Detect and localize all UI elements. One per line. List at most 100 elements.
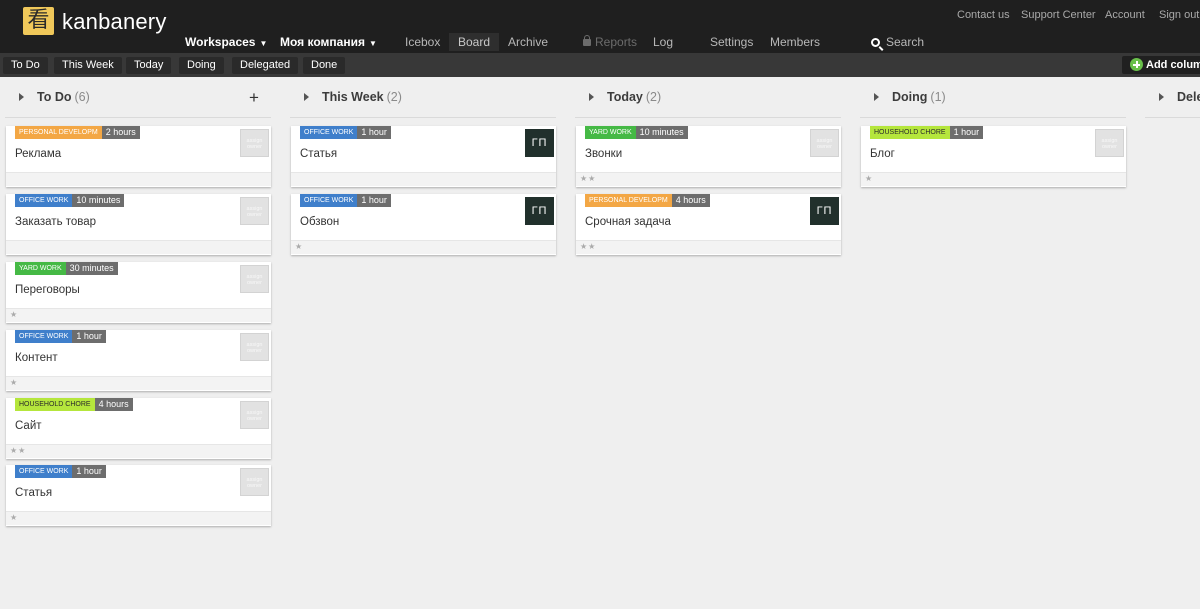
column-count: (6): [74, 90, 90, 104]
workspaces-menu[interactable]: Workspaces ▼: [185, 35, 267, 49]
filter-to-do[interactable]: To Do: [3, 57, 48, 74]
task-card[interactable]: OFFICE WORK 10 minutes Заказать товар ass…: [6, 194, 271, 255]
add-task-button[interactable]: +: [249, 88, 259, 108]
task-card[interactable]: PERSONAL DEVELOPM 4 hours Срочная задача …: [576, 194, 841, 255]
task-type-tag: OFFICE WORK: [15, 194, 73, 207]
nav-log[interactable]: Log: [653, 35, 673, 49]
task-type-tag: OFFICE WORK: [15, 330, 73, 343]
kanbanery-logo-icon[interactable]: 看: [23, 7, 54, 35]
company-menu[interactable]: Моя компания ▼: [280, 35, 377, 49]
assign-owner-placeholder[interactable]: assign owner: [240, 468, 269, 496]
priority-stars: ★: [10, 513, 19, 522]
contact-us-link[interactable]: Contact us: [957, 9, 1010, 21]
card-tags: OFFICE WORK 1 hour: [15, 465, 106, 478]
nav-archive[interactable]: Archive: [508, 35, 548, 49]
column-title: To Do: [37, 90, 72, 104]
brand-name[interactable]: kanbanery: [62, 9, 167, 35]
task-card[interactable]: OFFICE WORK 1 hour Статья assign owner ★: [6, 465, 271, 526]
filter-this-week[interactable]: This Week: [54, 57, 122, 74]
task-type-tag: HOUSEHOLD CHORE: [15, 398, 95, 411]
card-tags: OFFICE WORK 1 hour: [15, 330, 106, 343]
task-card[interactable]: OFFICE WORK 1 hour Контент assign owner ★: [6, 330, 271, 391]
card-footer: ★: [6, 308, 271, 322]
filter-done[interactable]: Done: [303, 57, 346, 74]
filter-delegated[interactable]: Delegated: [232, 57, 299, 74]
card-title: Звонки: [585, 148, 623, 160]
task-card[interactable]: OFFICE WORK 1 hour Статья ГП: [291, 126, 556, 187]
column-title: This Week: [322, 90, 384, 104]
add-column-button[interactable]: Add column: [1122, 56, 1200, 74]
task-card[interactable]: HOUSEHOLD CHORE 4 hours Сайт assign owner…: [6, 398, 271, 459]
assign-owner-placeholder[interactable]: assign owner: [240, 197, 269, 225]
task-card[interactable]: HOUSEHOLD CHORE 1 hour Блог assign owner …: [861, 126, 1126, 187]
assign-owner-placeholder[interactable]: assign owner: [240, 401, 269, 429]
nav-members[interactable]: Members: [770, 35, 820, 49]
column-header-delegated: Dele: [1159, 90, 1200, 110]
card-tags: OFFICE WORK 1 hour: [300, 194, 391, 207]
card-tags: YARD WORK 10 minutes: [585, 126, 688, 139]
collapse-arrow-icon[interactable]: [19, 93, 24, 101]
column-divider: [575, 117, 841, 118]
card-title: Статья: [300, 148, 338, 160]
collapse-arrow-icon[interactable]: [1159, 93, 1164, 101]
owner-avatar[interactable]: ГП: [525, 129, 554, 157]
column-filter-bar: To Do This Week Today Doing Delegated Do…: [0, 53, 1200, 77]
top-bar: 看 kanbanery Contact us Support Center Ac…: [0, 0, 1200, 53]
card-tags: PERSONAL DEVELOPM 2 hours: [15, 126, 140, 139]
priority-stars: ★: [295, 242, 304, 251]
estimate-badge: 1 hour: [72, 465, 106, 478]
filter-doing[interactable]: Doing: [179, 57, 224, 74]
task-type-tag: YARD WORK: [15, 262, 66, 275]
card-title: Заказать товар: [15, 216, 97, 228]
assign-owner-placeholder[interactable]: assign owner: [1095, 129, 1124, 157]
column-title: Doing: [892, 90, 928, 104]
search-link[interactable]: Search: [871, 35, 924, 49]
chevron-down-icon: ▼: [259, 39, 268, 48]
nav-settings[interactable]: Settings: [710, 35, 753, 49]
estimate-badge: 1 hour: [357, 194, 391, 207]
support-center-link[interactable]: Support Center: [1021, 9, 1096, 21]
assign-owner-placeholder[interactable]: assign owner: [240, 265, 269, 293]
estimate-badge: 1 hour: [357, 126, 391, 139]
task-card[interactable]: YARD WORK 10 minutes Звонки assign owner …: [576, 126, 841, 187]
nav-reports-label: Reports: [595, 35, 638, 49]
estimate-badge: 2 hours: [101, 126, 140, 139]
task-type-tag: PERSONAL DEVELOPM: [585, 194, 672, 207]
priority-stars: ★: [10, 378, 19, 387]
sign-out-link[interactable]: Sign out: [1159, 9, 1199, 21]
nav-board[interactable]: Board: [449, 33, 500, 51]
card-title: Обзвон: [300, 216, 340, 228]
task-card[interactable]: OFFICE WORK 1 hour Обзвон ГП ★: [291, 194, 556, 255]
collapse-arrow-icon[interactable]: [304, 93, 309, 101]
card-title: Реклама: [15, 148, 62, 160]
column-count: (2): [386, 90, 402, 104]
card-tags: HOUSEHOLD CHORE 4 hours: [15, 398, 133, 411]
column-divider: [1145, 117, 1200, 118]
collapse-arrow-icon[interactable]: [874, 93, 879, 101]
estimate-badge: 10 minutes: [72, 194, 125, 207]
assign-owner-placeholder[interactable]: assign owner: [240, 333, 269, 361]
column-header-to-do: To Do (6): [19, 90, 90, 110]
workspaces-label: Workspaces: [185, 35, 256, 49]
card-footer: ★: [6, 511, 271, 525]
estimate-badge: 30 minutes: [65, 262, 118, 275]
chevron-down-icon: ▼: [368, 39, 377, 48]
owner-avatar[interactable]: ГП: [810, 197, 839, 225]
card-title: Блог: [870, 148, 895, 160]
column-title: Today: [607, 90, 643, 104]
card-footer: [6, 240, 271, 254]
card-footer: ★★: [576, 240, 841, 254]
card-title: Переговоры: [15, 284, 80, 296]
assign-owner-placeholder[interactable]: assign owner: [810, 129, 839, 157]
nav-icebox[interactable]: Icebox: [405, 35, 440, 49]
card-title: Сайт: [15, 420, 42, 432]
filter-today[interactable]: Today: [126, 57, 172, 74]
collapse-arrow-icon[interactable]: [589, 93, 594, 101]
task-card[interactable]: YARD WORK 30 minutes Переговоры assign ow…: [6, 262, 271, 323]
assign-owner-placeholder[interactable]: assign owner: [240, 129, 269, 157]
task-card[interactable]: PERSONAL DEVELOPM 2 hours Реклама assign …: [6, 126, 271, 187]
account-link[interactable]: Account: [1105, 9, 1145, 21]
owner-avatar[interactable]: ГП: [525, 197, 554, 225]
add-column-label: Add column: [1146, 59, 1200, 71]
column-count: (2): [645, 90, 662, 104]
